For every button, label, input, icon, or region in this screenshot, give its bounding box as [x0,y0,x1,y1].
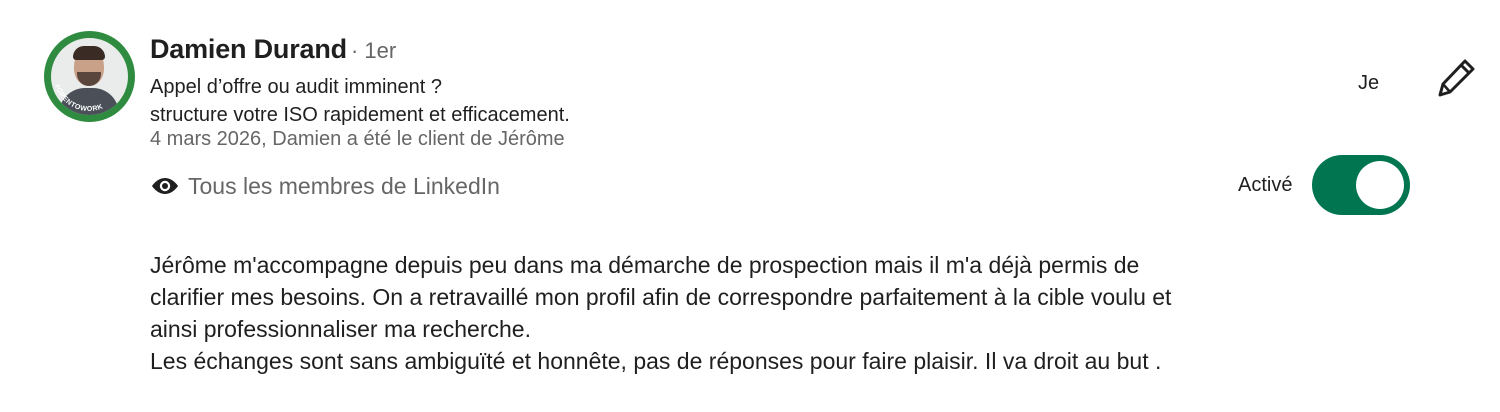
recommendation-date-relation: 4 mars 2026, Damien a été le client de J… [150,128,565,150]
recommender-headline: Appel d’offre ou audit imminent ? struct… [150,73,570,129]
visibility-toggle[interactable] [1312,155,1410,215]
toggle-label: Activé [1238,174,1293,196]
connection-degree: · 1er [350,38,397,63]
recommendation-text: Jérôme m'accompagne depuis peu dans ma d… [150,249,1430,377]
headline-line-2: structure votre ISO rapidement et effica… [150,104,570,126]
recommendation-card: #OPENTOWORK Damien Durand · 1er Appel d’… [0,0,1500,412]
open-to-work-badge: #OPENTOWORK [53,83,104,113]
avatar[interactable]: #OPENTOWORK [44,31,135,122]
recommendation-paragraph-1: Jérôme m'accompagne depuis peu dans ma d… [150,252,1172,342]
toggle-knob [1356,161,1404,209]
pencil-icon[interactable] [1436,56,1478,98]
je-label: Je [1358,72,1380,94]
headline-line-1: Appel d’offre ou audit imminent ? [150,76,443,98]
eye-icon [150,176,182,196]
visibility-label: Tous les membres de LinkedIn [188,172,500,199]
name-line: Damien Durand · 1er [150,34,396,68]
recommender-name[interactable]: Damien Durand [150,34,347,65]
recommendation-paragraph-2: Les échanges sont sans ambiguïté et honn… [150,348,1162,374]
visibility-setting: Tous les membres de LinkedIn [150,170,500,202]
svg-text:#OPENTOWORK: #OPENTOWORK [53,83,104,113]
